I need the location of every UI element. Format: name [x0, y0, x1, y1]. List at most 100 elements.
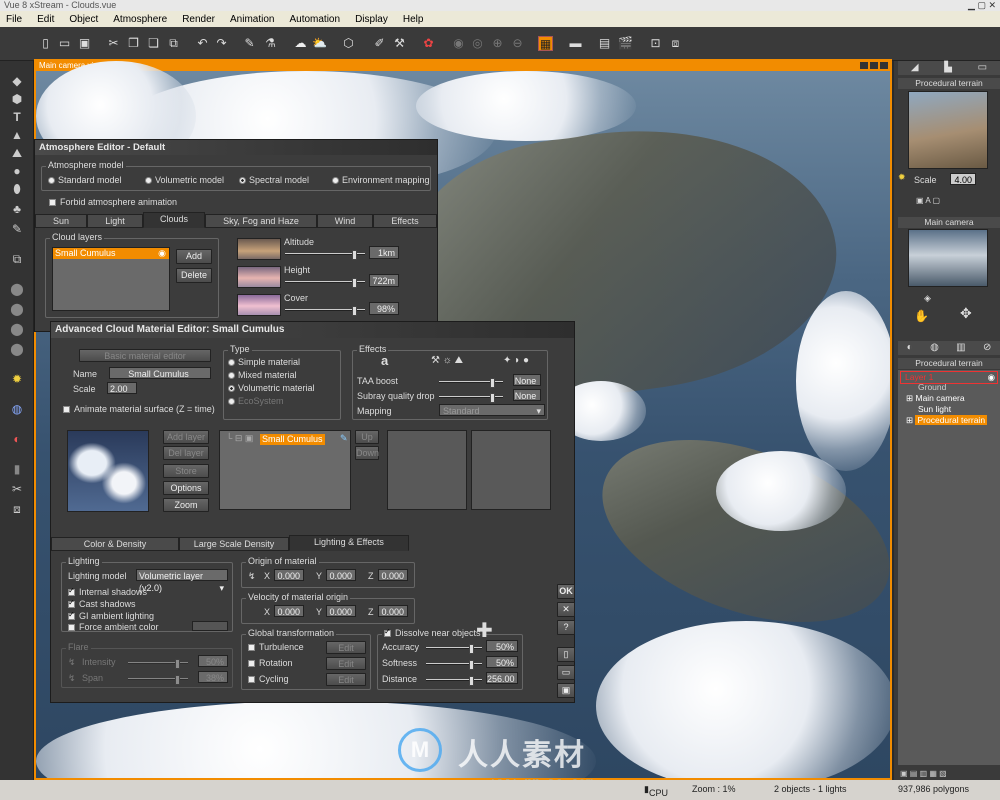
tools-icon[interactable]: ⚒: [392, 36, 407, 51]
viewport-controls[interactable]: [860, 62, 888, 69]
menu-animation[interactable]: Animation: [230, 14, 274, 25]
cut-icon[interactable]: ✂: [106, 36, 121, 51]
span-field[interactable]: 38%: [198, 671, 228, 683]
materials-tab-icon[interactable]: ◍: [930, 341, 939, 355]
copy-icon[interactable]: ❐: [126, 36, 141, 51]
material-layer-item[interactable]: Small Cumulus: [260, 434, 325, 445]
turbulence-edit-button[interactable]: Edit: [326, 641, 366, 654]
world-tab-icon[interactable]: ▭: [978, 61, 987, 75]
frame-icon[interactable]: ⊡: [648, 36, 663, 51]
tab-wind[interactable]: Wind: [317, 214, 373, 228]
redo-icon[interactable]: ↷: [214, 36, 229, 51]
tab-sky-fog-haze[interactable]: Sky, Fog and Haze: [205, 214, 317, 228]
spectral-model-radio[interactable]: Spectral model: [239, 175, 309, 185]
subray-quality-field[interactable]: None: [513, 389, 541, 401]
globe-icon[interactable]: ◍: [9, 401, 25, 417]
cycling-checkbox[interactable]: Cycling: [248, 674, 289, 684]
cycling-edit-button[interactable]: Edit: [326, 673, 366, 686]
options-button[interactable]: Options: [163, 481, 209, 495]
up-button[interactable]: Up: [355, 430, 379, 444]
tree-ground[interactable]: Ground: [918, 382, 946, 393]
cover-field[interactable]: 98%: [369, 302, 399, 315]
viewport-mode-icon[interactable]: [860, 62, 868, 69]
taa-boost-slider[interactable]: [439, 378, 503, 388]
viewport-options-icon[interactable]: [880, 62, 888, 69]
cover-slider[interactable]: [285, 306, 365, 316]
visibility-eye-icon[interactable]: ◉: [158, 248, 169, 259]
window-controls[interactable]: ▁ ▢ ✕: [968, 0, 996, 11]
mixed-material-radio[interactable]: Mixed material: [228, 370, 297, 380]
volumetric-model-radio[interactable]: Volumetric model: [145, 175, 224, 185]
load-material-icon[interactable]: ▭: [557, 665, 575, 680]
object-tab-icon[interactable]: ▙: [944, 61, 952, 75]
scissors-icon[interactable]: ✂: [9, 481, 25, 497]
terrain-preview[interactable]: [908, 91, 988, 169]
velocity-z-field[interactable]: 0.000: [378, 605, 408, 617]
paste-icon[interactable]: ❏: [146, 36, 161, 51]
camera-rotate-icon[interactable]: ◈: [924, 293, 931, 304]
move-arrows-icon[interactable]: ✥: [960, 305, 972, 322]
undo-icon[interactable]: ↶: [195, 36, 210, 51]
effects-icons-2[interactable]: ✦ ◗ ●: [503, 355, 529, 366]
cloud-layers-list[interactable]: Small Cumulus ◉: [52, 247, 170, 311]
height-slider[interactable]: [285, 278, 365, 288]
taa-boost-field[interactable]: None: [513, 374, 541, 386]
render-icon[interactable]: ▤: [597, 36, 612, 51]
close-button[interactable]: ✕: [557, 602, 575, 617]
tree-procedural-terrain[interactable]: ⊞ Procedural terrain: [906, 415, 988, 426]
altitude-slider[interactable]: [285, 250, 365, 260]
pencil-icon[interactable]: ✎: [9, 221, 25, 237]
menu-atmosphere[interactable]: Atmosphere: [113, 14, 167, 25]
velocity-x-field[interactable]: 0.000: [274, 605, 304, 617]
velocity-y-field[interactable]: 0.000: [326, 605, 356, 617]
pan-hand-icon[interactable]: ✋: [914, 309, 929, 323]
boolean-icon[interactable]: ⧉: [9, 251, 25, 267]
height-field[interactable]: 722m: [369, 274, 399, 287]
paint-icon[interactable]: ✐: [372, 36, 387, 51]
camera-tool-icon[interactable]: ⧈: [668, 36, 683, 51]
del-layer-button[interactable]: Del layer: [163, 446, 209, 460]
metaball-icon[interactable]: ⬤: [9, 281, 25, 297]
tree-layer-1[interactable]: Layer 1 ◉: [900, 371, 998, 384]
group-icon[interactable]: ⬤: [9, 321, 25, 337]
span-slider[interactable]: [128, 675, 188, 685]
disabled-tool-2-icon[interactable]: ◎: [470, 36, 485, 51]
basic-material-editor-button[interactable]: Basic material editor: [79, 349, 211, 362]
plant-icon[interactable]: ♣: [9, 201, 25, 217]
links-tab-icon[interactable]: ⊘: [983, 341, 991, 355]
tab-lighting-effects[interactable]: Lighting & Effects: [289, 535, 409, 551]
material-name-field[interactable]: Small Cumulus: [109, 367, 211, 379]
intensity-field[interactable]: 50%: [198, 655, 228, 667]
atmosphere-icon[interactable]: ☁: [293, 36, 308, 51]
internal-shadows-checkbox[interactable]: Internal shadows: [68, 586, 147, 597]
altitude-field[interactable]: 1km: [369, 246, 399, 259]
hypertexture-icon[interactable]: ⬤: [9, 341, 25, 357]
object-icon[interactable]: ⬡: [341, 36, 356, 51]
origin-y-field[interactable]: 0.000: [326, 569, 356, 581]
mapping-select[interactable]: Standard ▾: [439, 404, 545, 416]
mountains-icon[interactable]: ⛰: [9, 145, 25, 161]
delete-cloud-layer-button[interactable]: Delete: [176, 268, 212, 283]
terrain-icon[interactable]: ▲: [9, 127, 25, 143]
animate-surface-checkbox[interactable]: Animate material surface (Z = time): [63, 404, 215, 414]
duplicate-icon[interactable]: ⧉: [166, 36, 181, 51]
store-button[interactable]: Store: [163, 464, 209, 478]
subray-quality-slider[interactable]: [439, 393, 503, 403]
color-wheel-icon[interactable]: ✿: [421, 36, 436, 51]
softness-slider[interactable]: [426, 660, 482, 670]
blob-icon[interactable]: ⬤: [9, 301, 25, 317]
disabled-tool-4-icon[interactable]: ⊖: [510, 36, 525, 51]
bars-icon[interactable]: ▮: [9, 461, 25, 477]
text-icon[interactable]: T: [9, 109, 25, 125]
cube-icon[interactable]: ◆: [9, 73, 25, 89]
distance-field[interactable]: 256.00: [486, 672, 518, 684]
tree-sun-light[interactable]: Sun light: [918, 404, 951, 415]
tab-light[interactable]: Light: [87, 214, 143, 228]
stack-icon[interactable]: ⧈: [9, 501, 25, 517]
rock-icon[interactable]: ●: [9, 163, 25, 179]
force-ambient-checkbox[interactable]: Force ambient color: [68, 622, 159, 632]
ecosystem-radio[interactable]: EcoSystem: [228, 396, 284, 406]
tree-main-camera[interactable]: ⊞ Main camera: [906, 393, 965, 404]
gi-ambient-checkbox[interactable]: GI ambient lighting: [68, 610, 154, 621]
down-button[interactable]: Down: [355, 446, 379, 460]
